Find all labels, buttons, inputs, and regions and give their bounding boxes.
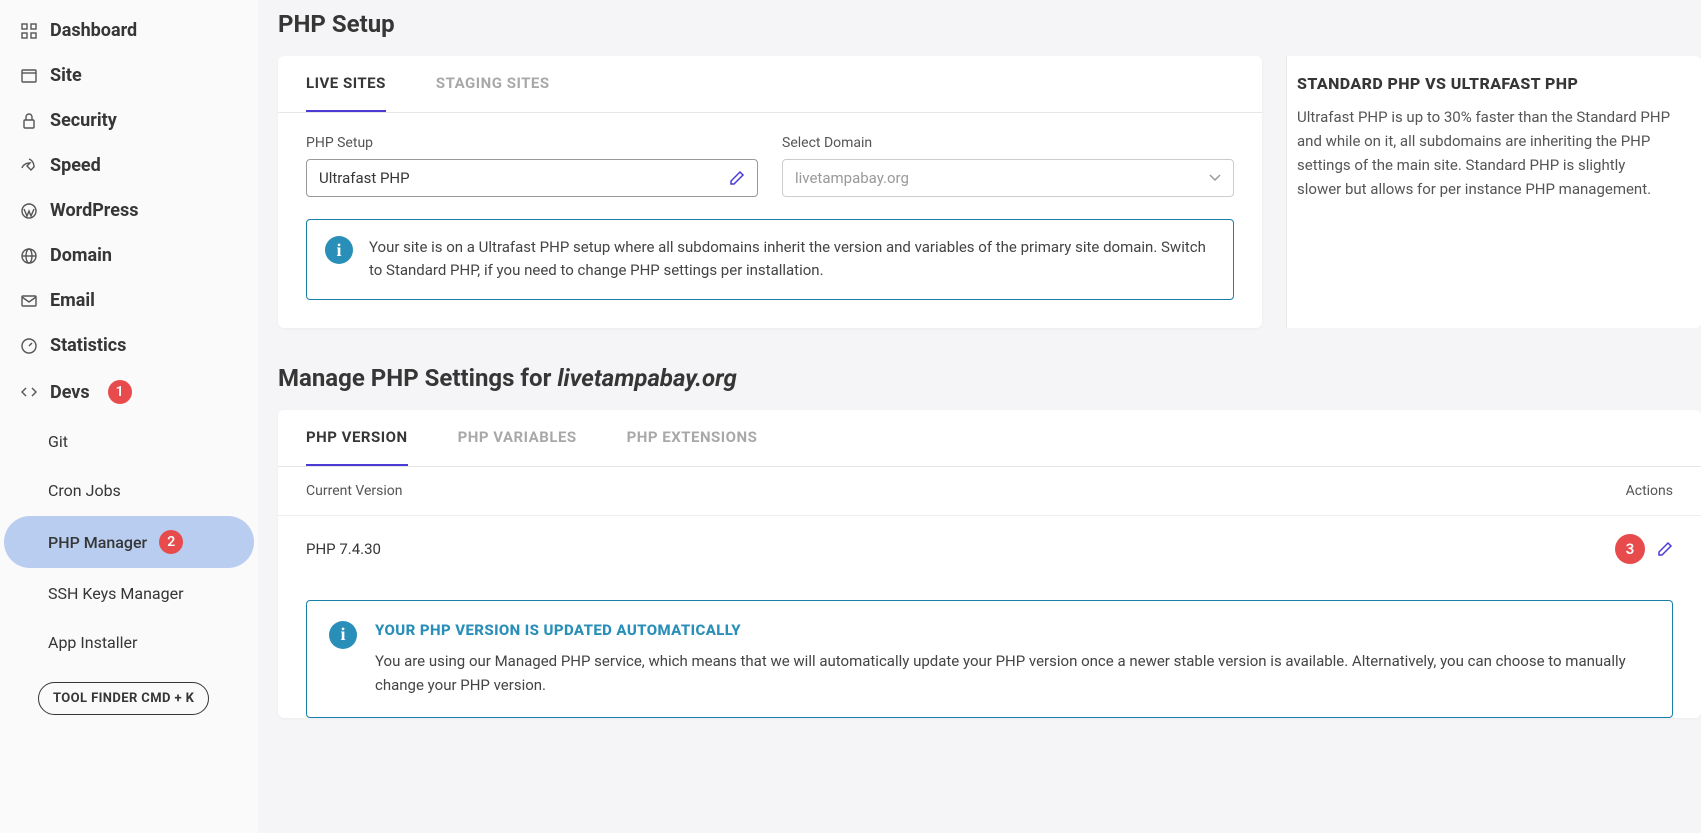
manage-title-prefix: Manage PHP Settings for (278, 364, 557, 392)
standard-vs-ultrafast-panel: STANDARD PHP VS ULTRAFAST PHP Ultrafast … (1286, 56, 1701, 328)
version-row: PHP 7.4.30 3 (278, 516, 1701, 582)
current-version-value: PHP 7.4.30 (306, 540, 381, 558)
auto-update-title: YOUR PHP VERSION IS UPDATED AUTOMATICALL… (375, 621, 1650, 639)
sidebar-label: Speed (50, 155, 101, 176)
auto-update-body: You are using our Managed PHP service, w… (375, 649, 1650, 697)
subnav-cron-jobs[interactable]: Cron Jobs (4, 467, 254, 514)
select-domain-value: livetampabay.org (795, 169, 909, 187)
col-current-version: Current Version (306, 483, 403, 499)
subnav-label: Git (48, 432, 68, 451)
devs-subnav: Git Cron Jobs PHP Manager 2 SSH Keys Man… (0, 418, 258, 729)
grid-icon (20, 22, 38, 40)
version-table-header: Current Version Actions (278, 467, 1701, 516)
step-badge-2: 2 (159, 530, 183, 554)
sidebar-label: Domain (50, 245, 112, 266)
lock-icon (20, 112, 38, 130)
select-domain-label: Select Domain (782, 135, 1234, 151)
manage-tabs: PHP VERSION PHP VARIABLES PHP EXTENSIONS (278, 410, 1701, 467)
edit-version-button[interactable] (1657, 541, 1673, 557)
sidebar-item-speed[interactable]: Speed (0, 143, 258, 188)
sidebar-label: Email (50, 290, 95, 311)
auto-update-banner: i YOUR PHP VERSION IS UPDATED AUTOMATICA… (306, 600, 1673, 718)
rocket-icon (20, 157, 38, 175)
side-info-heading: STANDARD PHP VS ULTRAFAST PHP (1297, 74, 1671, 93)
subnav-label: PHP Manager (48, 533, 147, 552)
info-icon: i (329, 621, 357, 649)
pencil-icon (729, 170, 745, 186)
sidebar-item-statistics[interactable]: Statistics (0, 323, 258, 368)
sidebar-item-site[interactable]: Site (0, 53, 258, 98)
sidebar-item-wordpress[interactable]: WordPress (0, 188, 258, 233)
tab-php-version[interactable]: PHP VERSION (306, 410, 408, 466)
info-text: Your site is on a Ultrafast PHP setup wh… (369, 236, 1215, 283)
subnav-ssh-keys[interactable]: SSH Keys Manager (4, 570, 254, 617)
sidebar-label: Devs (50, 382, 90, 403)
step-badge-1: 1 (108, 380, 132, 404)
wordpress-icon (20, 202, 38, 220)
php-setup-label: PHP Setup (306, 135, 758, 151)
tool-finder-button[interactable]: TOOL FINDER CMD + K (38, 682, 209, 715)
mail-icon (20, 292, 38, 310)
step-badge-3: 3 (1615, 534, 1645, 564)
php-setup-section: LIVE SITES STAGING SITES PHP Setup Ultra… (278, 56, 1701, 328)
select-domain-select[interactable]: livetampabay.org (782, 159, 1234, 197)
sidebar: Dashboard Site Security Speed WordPress … (0, 0, 258, 833)
sidebar-item-security[interactable]: Security (0, 98, 258, 143)
php-setup-control: PHP Setup Ultrafast PHP (306, 135, 758, 197)
window-icon (20, 67, 38, 85)
manage-php-title: Manage PHP Settings for livetampabay.org (278, 364, 1701, 392)
sidebar-label: Site (50, 65, 82, 86)
setup-tabs: LIVE SITES STAGING SITES (278, 56, 1262, 113)
php-setup-select[interactable]: Ultrafast PHP (306, 159, 758, 197)
globe-icon (20, 247, 38, 265)
sidebar-item-email[interactable]: Email (0, 278, 258, 323)
sidebar-item-dashboard[interactable]: Dashboard (0, 8, 258, 53)
page-title: PHP Setup (278, 10, 1701, 38)
ultrafast-info-banner: i Your site is on a Ultrafast PHP setup … (306, 219, 1234, 300)
sidebar-item-devs[interactable]: Devs 1 (0, 368, 258, 416)
subnav-label: SSH Keys Manager (48, 584, 184, 603)
code-icon (20, 383, 38, 401)
php-setup-card: LIVE SITES STAGING SITES PHP Setup Ultra… (278, 56, 1262, 328)
col-actions: Actions (1626, 483, 1673, 499)
sidebar-item-domain[interactable]: Domain (0, 233, 258, 278)
subnav-label: Cron Jobs (48, 481, 121, 500)
tool-finder-label: TOOL FINDER CMD + K (53, 691, 194, 706)
sidebar-label: Dashboard (50, 20, 137, 41)
gauge-icon (20, 337, 38, 355)
select-domain-control: Select Domain livetampabay.org (782, 135, 1234, 197)
sidebar-label: Statistics (50, 335, 126, 356)
info-icon: i (325, 236, 353, 264)
sidebar-label: WordPress (50, 200, 138, 221)
subnav-app-installer[interactable]: App Installer (4, 619, 254, 666)
subnav-label: App Installer (48, 633, 137, 652)
manage-php-card: PHP VERSION PHP VARIABLES PHP EXTENSIONS… (278, 410, 1701, 718)
chevron-down-icon (1209, 174, 1221, 182)
tab-staging-sites[interactable]: STAGING SITES (436, 56, 550, 112)
sidebar-label: Security (50, 110, 117, 131)
version-actions: 3 (1609, 534, 1673, 564)
tab-live-sites[interactable]: LIVE SITES (306, 56, 386, 112)
subnav-php-manager[interactable]: PHP Manager 2 (4, 516, 254, 568)
php-setup-value: Ultrafast PHP (319, 169, 410, 187)
tab-php-extensions[interactable]: PHP EXTENSIONS (627, 410, 758, 466)
side-info-body: Ultrafast PHP is up to 30% faster than t… (1297, 105, 1671, 201)
manage-title-domain: livetampabay.org (557, 364, 736, 392)
main-content: PHP Setup LIVE SITES STAGING SITES PHP S… (258, 0, 1701, 833)
tab-php-variables[interactable]: PHP VARIABLES (458, 410, 577, 466)
subnav-git[interactable]: Git (4, 418, 254, 465)
